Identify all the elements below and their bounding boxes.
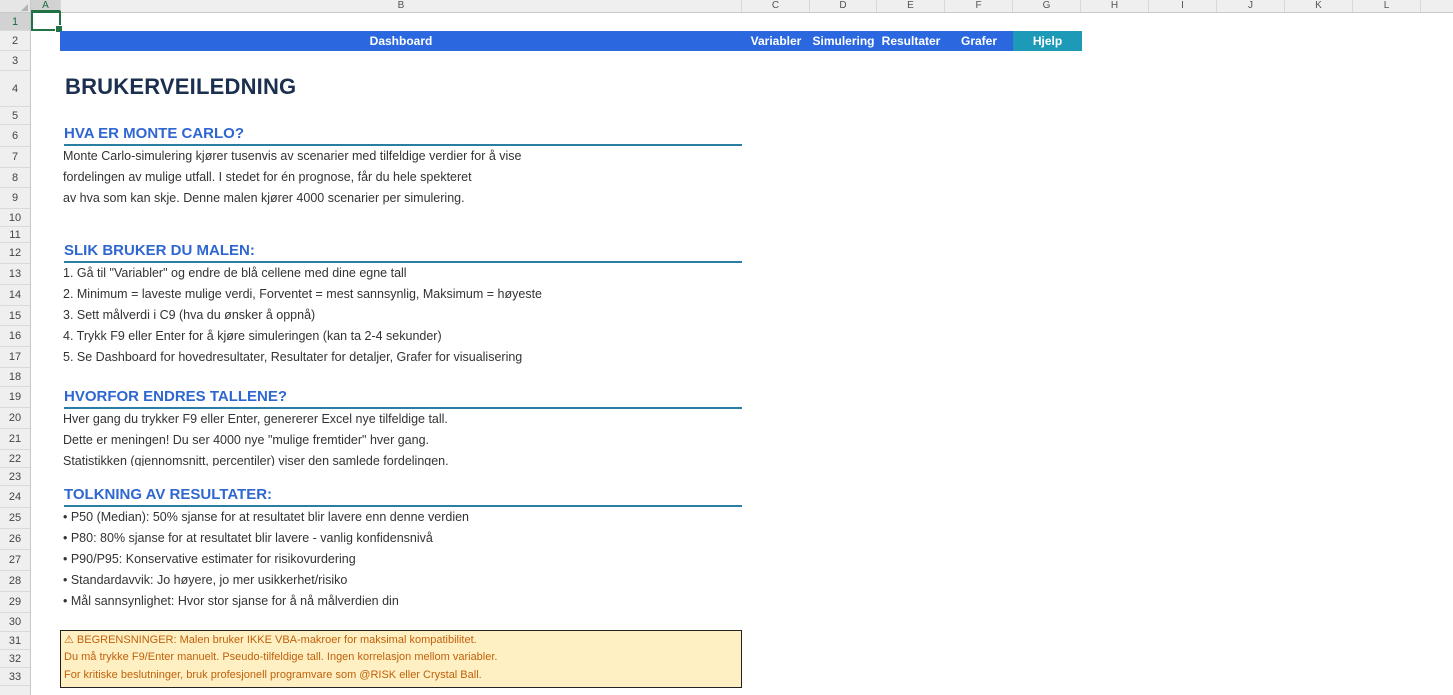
row-header[interactable]: 6 (0, 125, 30, 147)
body-text-line: Hver gang du trykker F9 eller Enter, gen… (63, 412, 448, 426)
column-header-e[interactable]: E (877, 0, 945, 12)
row-header[interactable]: 26 (0, 529, 30, 550)
nav-hjelp[interactable]: Hjelp (1013, 31, 1082, 51)
column-header-f[interactable]: F (945, 0, 1013, 12)
column-header-d[interactable]: D (810, 0, 877, 12)
column-header-bar: A B C D E F G H I J K L (0, 0, 1453, 13)
row-header[interactable]: 31 (0, 632, 30, 650)
row-header[interactable]: 30 (0, 613, 30, 632)
row-header[interactable]: 9 (0, 188, 30, 209)
row-header[interactable]: 13 (0, 264, 30, 285)
row-header[interactable]: 18 (0, 368, 30, 387)
row-header[interactable]: 2 (0, 31, 30, 51)
row-header[interactable]: 15 (0, 306, 30, 326)
body-text-line: fordelingen av mulige utfall. I stedet f… (63, 170, 472, 184)
body-text-line: • Standardavvik: Jo høyere, jo mer usikk… (63, 573, 348, 587)
column-header-l[interactable]: L (1353, 0, 1421, 12)
body-text-line: • P50 (Median): 50% sjanse for at result… (63, 510, 469, 524)
row-header[interactable]: 32 (0, 650, 30, 668)
body-text-line: av hva som kan skje. Denne malen kjører … (63, 191, 465, 205)
body-text-line: 3. Sett målverdi i C9 (hva du ønsker å o… (63, 308, 316, 322)
column-header-h[interactable]: H (1081, 0, 1149, 12)
section-heading-why-numbers-change: HVORFOR ENDRES TALLENE? (64, 387, 742, 409)
row-header[interactable]: 24 (0, 486, 30, 508)
warning-line: Du må trykke F9/Enter manuelt. Pseudo-ti… (64, 651, 498, 663)
row-header[interactable]: 16 (0, 326, 30, 347)
navigation-bar: Dashboard Variabler Simulering Resultate… (60, 31, 1082, 51)
row-header[interactable]: 25 (0, 508, 30, 529)
row-header[interactable]: 10 (0, 209, 30, 227)
row-header[interactable]: 1 (0, 13, 30, 31)
body-text-line: Statistikken (gjennomsnitt, percentiler)… (63, 454, 449, 466)
row-header[interactable]: 21 (0, 429, 30, 450)
row-header[interactable]: 22 (0, 450, 30, 468)
row-header[interactable]: 23 (0, 468, 30, 486)
row-header[interactable]: 17 (0, 347, 30, 368)
row-header[interactable]: 12 (0, 243, 30, 264)
active-cell-a1[interactable] (31, 11, 63, 33)
row-header[interactable]: 19 (0, 387, 30, 408)
body-text-line: • Mål sannsynlighet: Hvor stor sjanse fo… (63, 594, 399, 608)
nav-simulering[interactable]: Simulering (810, 31, 877, 51)
nav-dashboard[interactable]: Dashboard (60, 31, 742, 51)
row-header[interactable]: 11 (0, 227, 30, 243)
warning-line: For kritiske beslutninger, bruk profesjo… (64, 669, 482, 681)
row-header[interactable]: 14 (0, 285, 30, 306)
section-heading-monte-carlo: HVA ER MONTE CARLO? (64, 124, 742, 146)
column-header-b[interactable]: B (61, 0, 742, 12)
row-header[interactable]: 7 (0, 147, 30, 168)
nav-variabler[interactable]: Variabler (742, 31, 810, 51)
row-header[interactable]: 8 (0, 168, 30, 188)
column-header-k[interactable]: K (1285, 0, 1353, 12)
nav-grafer[interactable]: Grafer (945, 31, 1013, 51)
row-header-column: 1 2 3 4 5 6 7 8 9 10 11 12 13 14 15 16 1… (0, 13, 31, 695)
body-text-line: Dette er meningen! Du ser 4000 nye "muli… (63, 433, 430, 447)
row-header[interactable]: 20 (0, 408, 30, 429)
row-header[interactable]: 33 (0, 668, 30, 686)
section-heading-interpretation: TOLKNING AV RESULTATER: (64, 485, 742, 507)
section-heading-usage: SLIK BRUKER DU MALEN: (64, 241, 742, 263)
column-header-j[interactable]: J (1217, 0, 1285, 12)
warning-line: ⚠ BEGRENSNINGER: Malen bruker IKKE VBA-m… (64, 634, 477, 646)
row-header[interactable]: 29 (0, 592, 30, 613)
row-header[interactable]: 27 (0, 550, 30, 571)
column-header-c[interactable]: C (742, 0, 810, 12)
body-text-line: 2. Minimum = laveste mulige verdi, Forve… (63, 287, 542, 301)
row-header[interactable]: 5 (0, 107, 30, 125)
body-text-line: 4. Trykk F9 eller Enter for å kjøre simu… (63, 329, 442, 343)
row-header[interactable]: 3 (0, 51, 30, 71)
body-text-line: 1. Gå til "Variabler" og endre de blå ce… (63, 266, 407, 280)
body-text-line: 5. Se Dashboard for hovedresultater, Res… (63, 350, 523, 364)
row-header[interactable]: 4 (0, 71, 30, 107)
body-text-line: Monte Carlo-simulering kjører tusenvis a… (63, 149, 522, 163)
body-text-line: • P90/P95: Konservative estimater for ri… (63, 552, 356, 566)
body-text-line: • P80: 80% sjanse for at resultatet blir… (63, 531, 433, 545)
row-header[interactable]: 28 (0, 571, 30, 592)
column-header-i[interactable]: I (1149, 0, 1217, 12)
select-all-corner[interactable] (0, 0, 31, 12)
page-title: BRUKERVEILEDNING (65, 74, 297, 99)
column-header-g[interactable]: G (1013, 0, 1081, 12)
nav-resultater[interactable]: Resultater (877, 31, 945, 51)
limitations-warning-box: ⚠ BEGRENSNINGER: Malen bruker IKKE VBA-m… (60, 630, 742, 688)
